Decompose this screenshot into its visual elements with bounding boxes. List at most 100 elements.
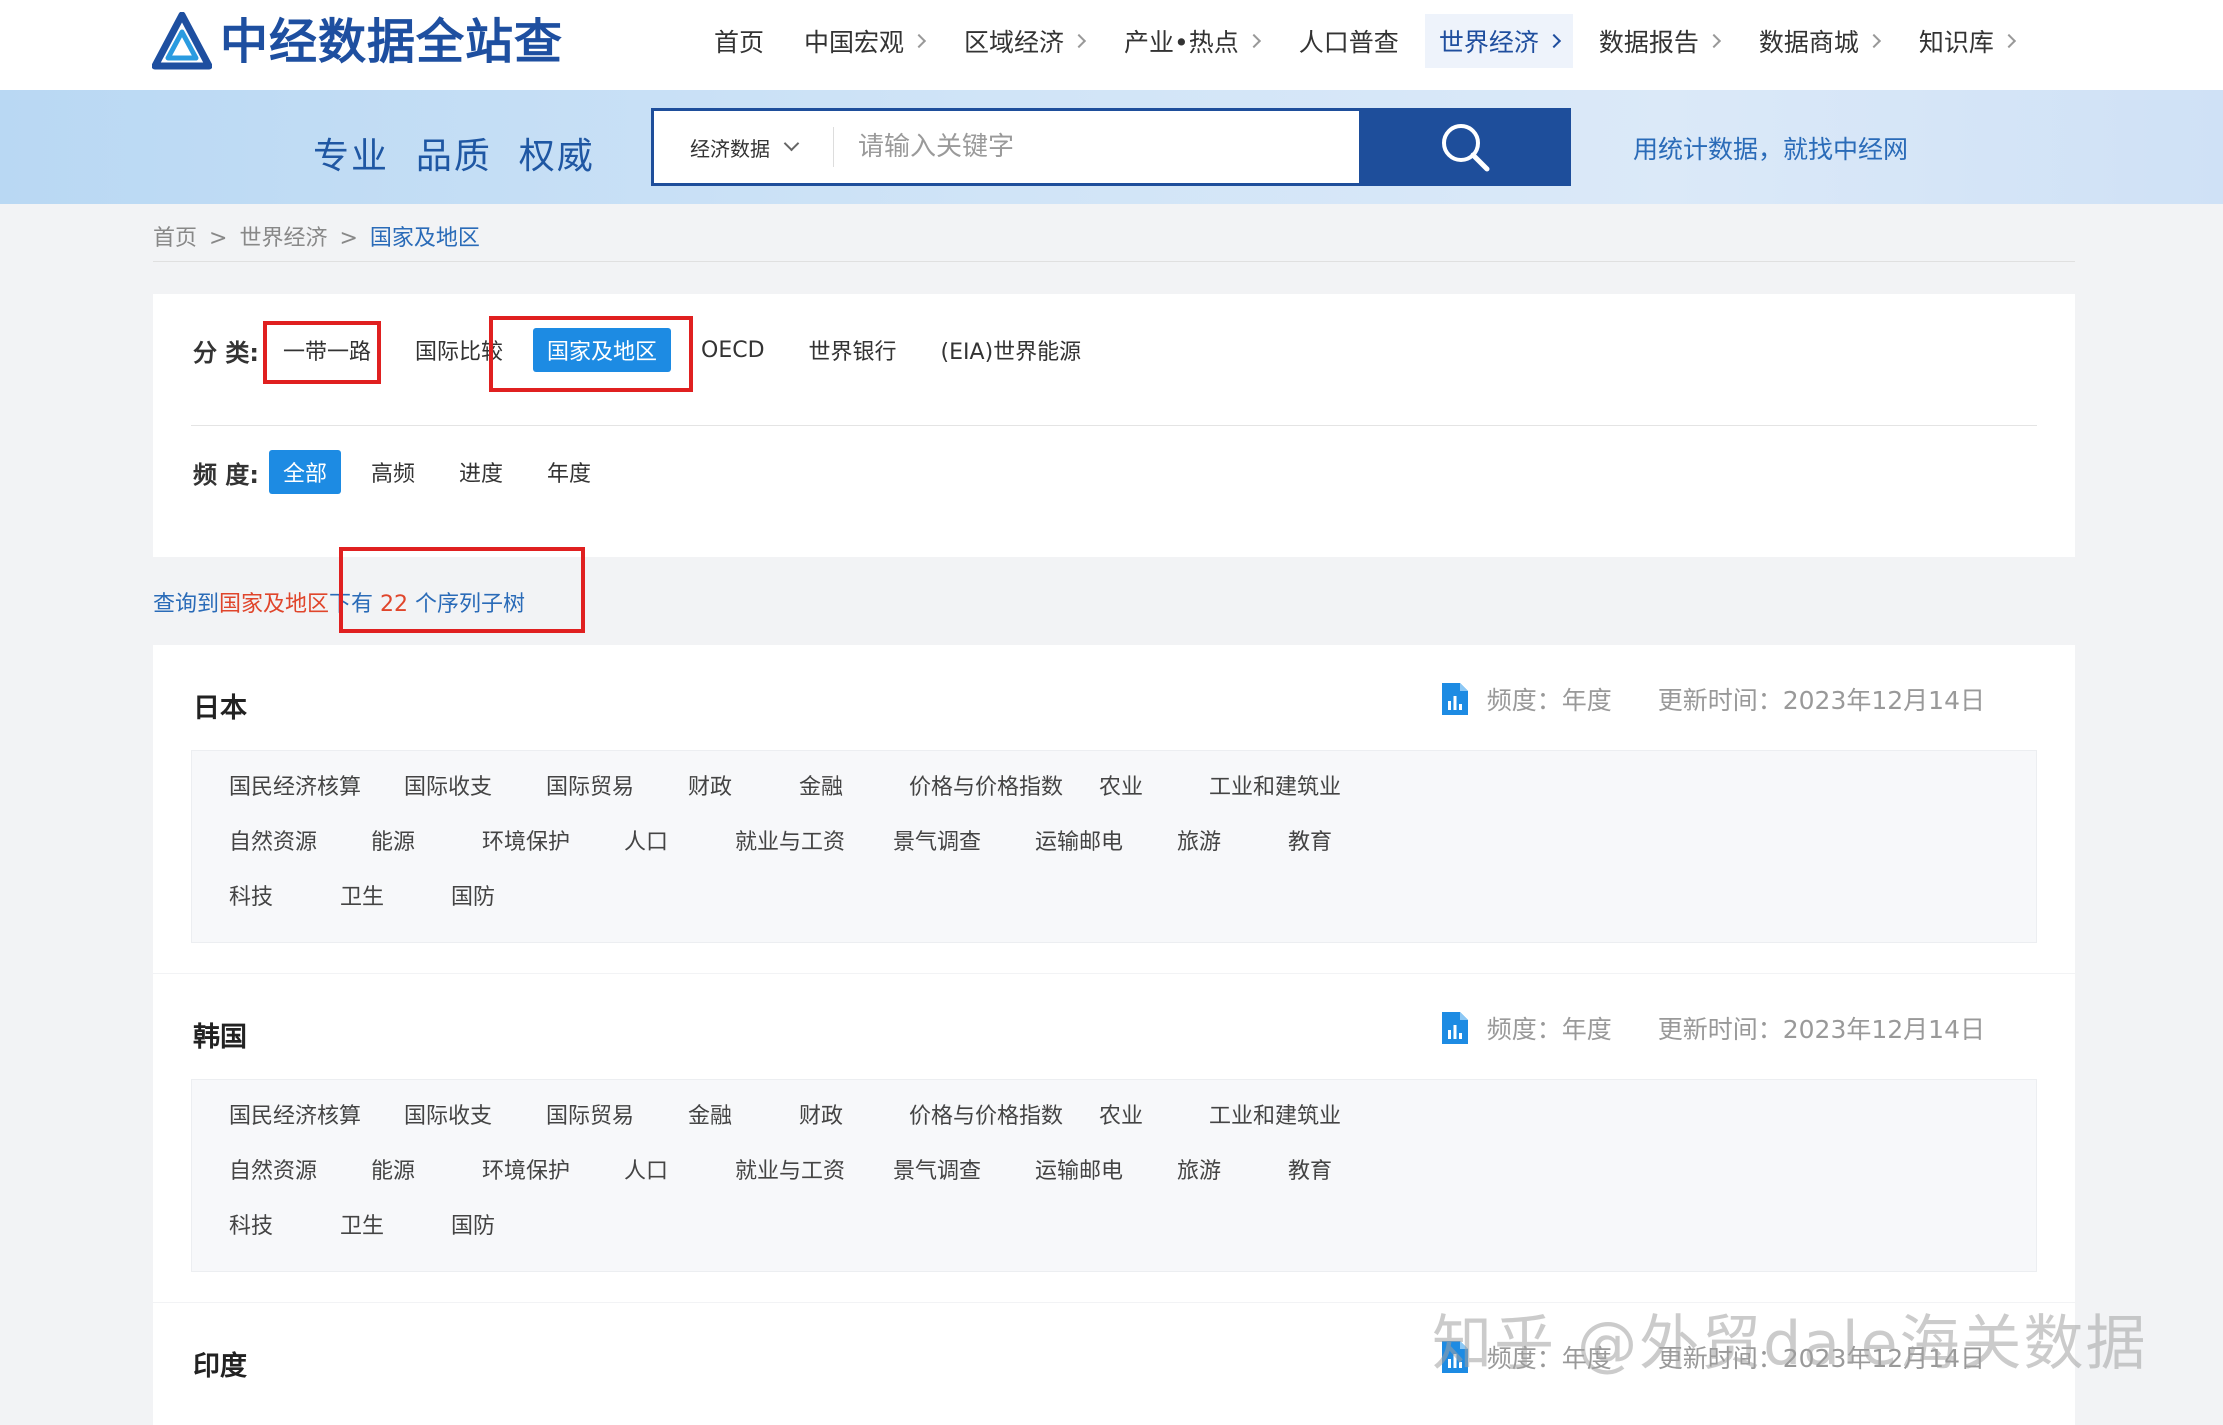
search-banner: 专业 品质 权威 经济数据 用统计数据，就找中经网: [0, 90, 2223, 204]
nav-item-3[interactable]: 产业•热点: [1110, 14, 1273, 68]
chevron-right-icon: [911, 33, 927, 49]
topic-tag[interactable]: 工业和建筑业: [1209, 1098, 1341, 1130]
breadcrumb-home[interactable]: 首页: [153, 226, 197, 251]
topic-tag[interactable]: 国际贸易: [546, 769, 634, 801]
chevron-right-icon: [2001, 33, 2016, 49]
chart-report-icon: [1441, 683, 1468, 715]
card-title[interactable]: 印度: [193, 1344, 247, 1383]
topic-tag[interactable]: 教育: [1288, 824, 1332, 856]
breadcrumb-separator: >: [209, 226, 228, 251]
topic-tag[interactable]: 景气调查: [893, 824, 981, 856]
topic-tag[interactable]: 旅游: [1177, 824, 1221, 856]
search-button[interactable]: [1359, 108, 1571, 186]
frequency-option-1[interactable]: 高频: [357, 450, 429, 494]
chevron-right-icon: [1246, 33, 1261, 49]
topic-tag[interactable]: 环境保护: [482, 1153, 570, 1185]
topic-tag[interactable]: 教育: [1288, 1153, 1332, 1185]
topic-tag[interactable]: 科技: [229, 1208, 273, 1240]
chart-report-icon: [1441, 1012, 1468, 1044]
topic-tag[interactable]: 农业: [1099, 769, 1143, 801]
topic-tag[interactable]: 工业和建筑业: [1209, 769, 1341, 801]
topic-tag[interactable]: 自然资源: [229, 1153, 317, 1185]
topic-tag[interactable]: 科技: [229, 879, 273, 911]
card-updated-time: 更新时间：2023年12月14日: [1657, 1015, 1985, 1044]
frequency-option-0[interactable]: 全部: [268, 450, 341, 494]
topic-tag[interactable]: 就业与工资: [735, 824, 845, 856]
topic-tag[interactable]: 环境保护: [482, 824, 570, 856]
nav-item-label: 中国宏观: [804, 28, 905, 57]
category-option-4[interactable]: 世界银行: [795, 328, 911, 372]
topic-tag[interactable]: 运输邮电: [1035, 824, 1123, 856]
search-input[interactable]: [834, 111, 1359, 183]
topic-tag[interactable]: 国际收支: [404, 769, 492, 801]
chevron-right-icon: [1866, 33, 1881, 49]
nav-item-label: 知识库: [1918, 28, 1994, 57]
card-meta: 频度：年度 更新时间：2023年12月14日: [1439, 681, 1985, 717]
topic-tag[interactable]: 人口: [624, 1153, 668, 1185]
topic-tag[interactable]: 卫生: [340, 879, 384, 911]
result-category: 国家及地区: [219, 592, 330, 617]
breadcrumb: 首页 > 世界经济 > 国家及地区: [153, 220, 480, 252]
topic-tag[interactable]: 国防: [451, 879, 495, 911]
filter-panel: 分 类: 一带一路 国际比较 国家及地区 OECD 世界银行 (EIA)世界能源 频 度:…: [153, 294, 2075, 557]
search-box: 经济数据: [651, 108, 1571, 186]
topic-tag[interactable]: 价格与价格指数: [909, 1098, 1063, 1130]
annotation-box-belt-road: [263, 321, 381, 384]
chevron-right-icon: [1706, 33, 1721, 49]
search-icon: [1442, 124, 1490, 172]
series-card: 日本 频度：年度 更新时间：2023年12月14日国民经济核算 国际收支 国际贸易 财政 金…: [153, 645, 2075, 973]
topic-tag[interactable]: 能源: [371, 824, 415, 856]
nav-item-0[interactable]: 首页: [700, 14, 778, 68]
topic-tag[interactable]: 能源: [371, 1153, 415, 1185]
topic-tag[interactable]: 价格与价格指数: [909, 769, 1063, 801]
topic-tag[interactable]: 财政: [688, 769, 732, 801]
logo-text: 中经数据全站查: [220, 14, 564, 70]
nav-item-5[interactable]: 世界经济: [1424, 14, 1573, 68]
topic-tag[interactable]: 金融: [688, 1098, 732, 1130]
topic-tag[interactable]: 卫生: [340, 1208, 384, 1240]
site-logo[interactable]: 中经数据全站查: [152, 12, 563, 72]
nav-item-label: 数据商城: [1758, 28, 1859, 57]
topic-tag[interactable]: 国际收支: [404, 1098, 492, 1130]
topic-tag[interactable]: 就业与工资: [735, 1153, 845, 1185]
category-option-5[interactable]: (EIA)世界能源: [927, 328, 1096, 372]
nav-item-8[interactable]: 知识库: [1905, 14, 2028, 68]
frequency-option-2[interactable]: 进度: [445, 450, 517, 494]
annotation-box-country-region: [489, 316, 693, 392]
topic-tag[interactable]: 金融: [799, 769, 843, 801]
topic-tag[interactable]: 运输邮电: [1035, 1153, 1123, 1185]
card-title[interactable]: 日本: [193, 686, 247, 725]
search-type-label: 经济数据: [690, 136, 770, 161]
nav-item-label: 世界经济: [1438, 28, 1539, 57]
chevron-right-icon: [1071, 33, 1087, 49]
search-type-dropdown[interactable]: 经济数据: [654, 127, 834, 167]
nav-item-7[interactable]: 数据商城: [1745, 14, 1893, 68]
tagline-link[interactable]: 用统计数据，就找中经网: [1633, 130, 1908, 166]
nav-item-2[interactable]: 区域经济: [950, 14, 1098, 68]
nav-item-4[interactable]: 人口普查: [1285, 14, 1413, 68]
frequency-label: 频 度:: [193, 460, 259, 489]
breadcrumb-world-economy[interactable]: 世界经济: [239, 226, 327, 251]
nav-item-6[interactable]: 数据报告: [1585, 14, 1733, 68]
topic-tag[interactable]: 财政: [799, 1098, 843, 1130]
topic-tag[interactable]: 国民经济核算: [229, 769, 361, 801]
card-frequency: 频度：年度: [1486, 1015, 1612, 1044]
topic-tag-grid: 国民经济核算 国际收支 国际贸易 金融 财政 价格与价格指数 农业 工业和建筑业自然资源 能源 环…: [191, 1079, 2037, 1272]
topic-tag[interactable]: 旅游: [1177, 1153, 1221, 1185]
slogan: 专业 品质 权威: [313, 136, 595, 177]
card-title[interactable]: 韩国: [193, 1015, 247, 1054]
category-option-3[interactable]: OECD: [687, 332, 779, 369]
topic-tag[interactable]: 农业: [1099, 1098, 1143, 1130]
breadcrumb-divider: [153, 261, 2075, 262]
frequency-option-3[interactable]: 年度: [533, 450, 605, 494]
topic-tag[interactable]: 景气调查: [893, 1153, 981, 1185]
topic-tag[interactable]: 国防: [451, 1208, 495, 1240]
watermark: 知乎 @外贸dale海关数据: [1432, 1309, 2148, 1379]
nav-item-1[interactable]: 中国宏观: [790, 14, 938, 68]
topic-tag[interactable]: 国际贸易: [546, 1098, 634, 1130]
topic-tag[interactable]: 国民经济核算: [229, 1098, 361, 1130]
logo-icon: [152, 12, 212, 70]
topic-tag[interactable]: 自然资源: [229, 824, 317, 856]
topic-tag[interactable]: 人口: [624, 824, 668, 856]
category-label: 分 类:: [193, 338, 259, 367]
